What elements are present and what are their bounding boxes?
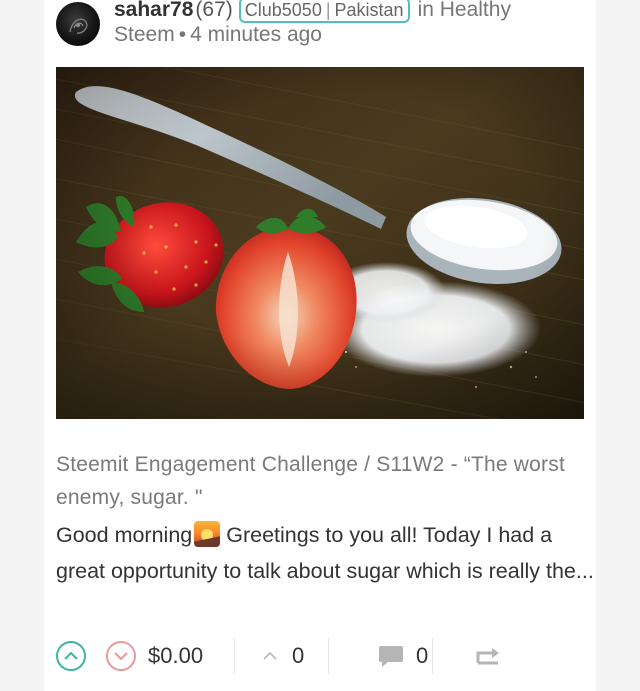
excerpt-start: Good morning — [56, 523, 193, 547]
post-footer: $0.00 0 0 — [56, 636, 584, 676]
chevron-up-icon — [64, 651, 78, 660]
tag-separator: | — [325, 0, 331, 20]
community-prefix[interactable]: in Healthy — [418, 0, 511, 22]
post-title[interactable]: Steemit Engagement Challenge / S11W2 - “… — [56, 448, 586, 514]
upvote-button[interactable] — [56, 641, 86, 671]
votes-count[interactable]: 0 — [262, 636, 304, 676]
post-card: sahar78 (67) Club5050 | Pakistan in Heal… — [44, 0, 596, 691]
comments-count[interactable]: 0 — [378, 636, 428, 676]
downvote-button[interactable] — [106, 641, 136, 671]
author-name[interactable]: sahar78 — [114, 0, 193, 22]
sunrise-emoji-icon — [194, 521, 221, 547]
tag-pakistan[interactable]: Pakistan — [335, 0, 404, 21]
comment-bubble-icon — [379, 646, 403, 667]
post-time[interactable]: 4 minutes ago — [190, 23, 322, 46]
resteem-icon — [476, 648, 499, 665]
footer-divider — [328, 638, 329, 674]
comments-number: 0 — [416, 643, 429, 668]
separator-dot: • — [178, 23, 187, 46]
post-header: sahar78 (67) Club5050 | Pakistan in Heal… — [56, 0, 596, 56]
author-avatar[interactable] — [56, 2, 100, 46]
chevron-down-icon — [114, 652, 128, 661]
tag-club5050[interactable]: Club5050 — [245, 0, 322, 21]
resteem-button[interactable] — [474, 636, 502, 676]
votes-number: 0 — [292, 643, 305, 668]
footer-divider — [234, 638, 235, 674]
footer-divider — [432, 638, 433, 674]
payout-amount[interactable]: $0.00 — [148, 636, 203, 676]
header-line-1: sahar78 (67) Club5050 | Pakistan in Heal… — [114, 0, 511, 24]
post-excerpt[interactable]: Good morning Greetings to you all! Today … — [56, 517, 596, 589]
author-reputation: (67) — [195, 0, 233, 21]
post-thumbnail[interactable] — [56, 67, 584, 419]
category-tag[interactable]: Club5050 | Pakistan — [238, 0, 410, 23]
caret-up-icon — [263, 651, 277, 660]
header-line-2: Steem • 4 minutes ago — [114, 23, 322, 47]
community-name[interactable]: Steem — [114, 23, 175, 46]
